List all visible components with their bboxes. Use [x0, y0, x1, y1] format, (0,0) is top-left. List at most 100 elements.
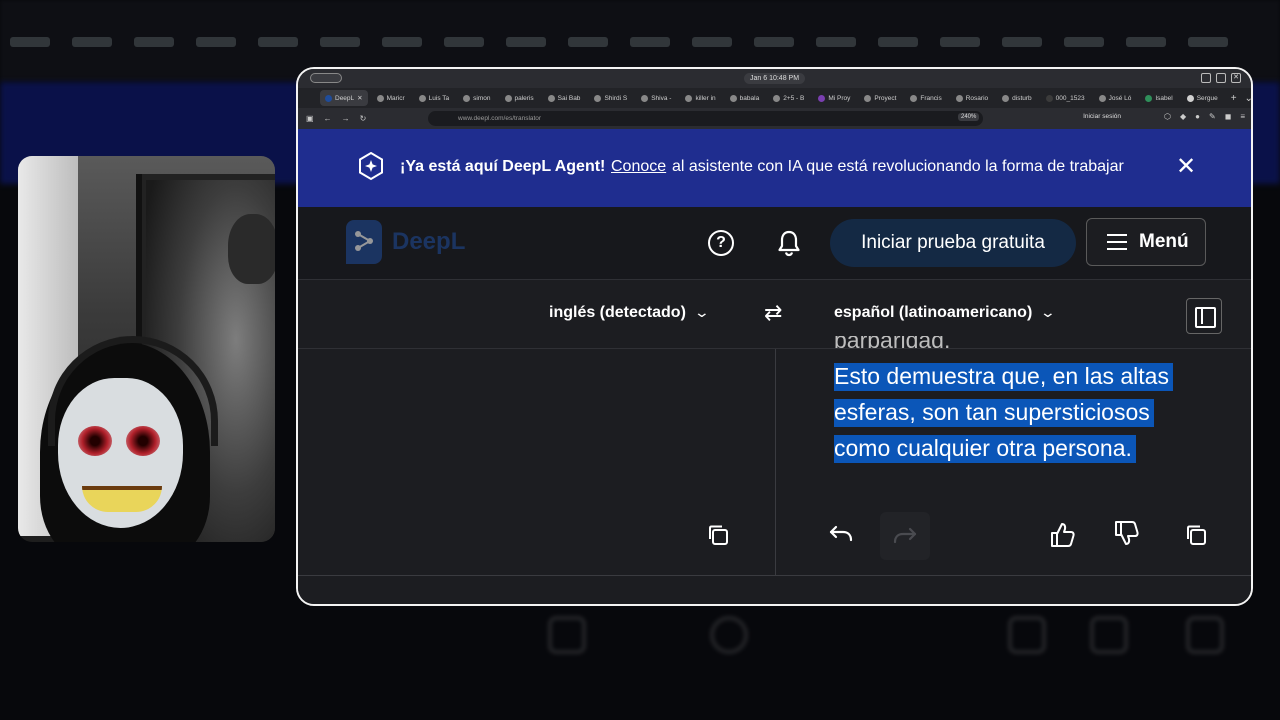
- extension-icon[interactable]: ◆: [1180, 112, 1186, 121]
- zoom-level[interactable]: 240%: [958, 113, 980, 121]
- webcam-mask-eye-right: [126, 426, 160, 456]
- deepl-logo[interactable]: DeepL: [346, 220, 465, 264]
- close-tab-icon[interactable]: ✕: [357, 94, 362, 102]
- webcam-overlay: [18, 156, 275, 542]
- tab-item[interactable]: Sai Bab: [543, 90, 586, 106]
- tab-favicon-icon: [547, 94, 555, 102]
- browser-window: Jan 6 10:48 PM ✕ DeepL ✕ Maricr Luis Ta s…: [296, 67, 1253, 606]
- tab-item[interactable]: Francis: [905, 90, 946, 106]
- translator-panes: barbaridad. Esto demuestra que, en las a…: [298, 336, 1251, 575]
- back-icon[interactable]: ←: [324, 114, 332, 123]
- tab-item[interactable]: Rosario: [951, 90, 993, 106]
- extension-icons: ⬡ ◆ ● ✎ ◼ ≡: [1164, 112, 1245, 121]
- close-window-icon[interactable]: ✕: [1231, 73, 1241, 83]
- source-language-selector[interactable]: inglés (detectado) ⌄: [549, 304, 710, 322]
- thumbs-up-icon[interactable]: [1048, 521, 1076, 549]
- tab-list-chevron-icon[interactable]: ⌄: [1245, 93, 1251, 104]
- source-language-label: inglés (detectado): [549, 304, 686, 321]
- translation-selected-line: Esto demuestra que, en las altas: [834, 363, 1173, 391]
- target-language-label: español (latinoamericano): [834, 304, 1033, 321]
- window-controls: ✕: [1201, 73, 1241, 83]
- chevron-down-icon: ⌄: [1039, 304, 1057, 320]
- sidebar-toggle-icon[interactable]: ▣: [306, 114, 314, 123]
- address-bar[interactable]: www.deepl.com/es/translator: [428, 111, 983, 126]
- menu-icon[interactable]: ≡: [1240, 112, 1245, 121]
- translation-selected-line: esferas, son tan supersticiosos: [834, 399, 1154, 427]
- translation-selected-line: como cualquier otra persona.: [834, 435, 1136, 463]
- tab-item[interactable]: 000_1523: [1041, 90, 1090, 106]
- tab-item[interactable]: Sergue: [1182, 90, 1223, 106]
- new-tab-icon[interactable]: +: [1231, 93, 1237, 104]
- thumbs-down-icon[interactable]: [1112, 519, 1140, 547]
- forward-icon[interactable]: →: [342, 114, 350, 123]
- tab-favicon-icon: [463, 94, 471, 102]
- extension-icon[interactable]: ✎: [1209, 112, 1216, 121]
- extension-icon[interactable]: ⬡: [1164, 112, 1171, 121]
- tab-favicon-icon: [1098, 94, 1106, 102]
- deepl-logo-text: DeepL: [392, 228, 466, 255]
- hamburger-icon: [1107, 234, 1127, 250]
- banner-link[interactable]: Conoce: [611, 158, 666, 176]
- deepl-favicon-icon: [325, 94, 332, 102]
- redo-button[interactable]: [880, 512, 930, 560]
- clock[interactable]: Jan 6 10:48 PM: [744, 73, 806, 84]
- reload-icon[interactable]: ↻: [360, 114, 367, 123]
- tab-deepl[interactable]: DeepL ✕: [320, 90, 368, 106]
- tab-favicon-icon: [955, 94, 963, 102]
- signin-link[interactable]: Iniciar sesión: [1083, 113, 1121, 120]
- help-icon[interactable]: ?: [708, 230, 734, 256]
- tab-favicon-icon: [685, 94, 693, 102]
- tab-item[interactable]: disturb: [997, 90, 1037, 106]
- chevron-down-icon: ⌄: [693, 304, 710, 320]
- swap-languages-icon[interactable]: ⇄: [764, 300, 782, 326]
- extension-icon[interactable]: ◼: [1225, 112, 1232, 121]
- tab-item[interactable]: Maricr: [372, 90, 410, 106]
- navigation-bar: ▣ ← → ↻ www.deepl.com/es/translator 240%…: [298, 108, 1251, 129]
- tab-item[interactable]: José Ló: [1094, 90, 1137, 106]
- tab-favicon-icon: [504, 94, 512, 102]
- target-text-area[interactable]: barbaridad. Esto demuestra que, en las a…: [834, 336, 1194, 466]
- tab-favicon-icon: [864, 94, 872, 102]
- tab-favicon-icon: [910, 94, 918, 102]
- extension-icon[interactable]: ●: [1195, 112, 1200, 121]
- tab-favicon-icon: [729, 94, 737, 102]
- background-tabs: [0, 30, 1280, 54]
- tab-item[interactable]: Luis Ta: [414, 90, 454, 106]
- menu-button-label: Menú: [1139, 231, 1189, 252]
- copy-translation-icon[interactable]: [1184, 523, 1208, 547]
- tab-item[interactable]: 2+5 - B: [768, 90, 809, 106]
- target-language-selector[interactable]: español (latinoamericano) ⌄: [834, 304, 1057, 322]
- pane-divider: [775, 349, 776, 575]
- tab-item[interactable]: killer in: [680, 90, 720, 106]
- tab-item[interactable]: Shiva -: [636, 90, 676, 106]
- share-nodes-icon: [355, 231, 373, 251]
- collapse-panel-icon[interactable]: [1186, 298, 1222, 334]
- tab-bar: DeepL ✕ Maricr Luis Ta simon paleris Sai …: [298, 88, 1251, 108]
- minimize-icon[interactable]: [1201, 73, 1211, 83]
- tab-item[interactable]: paleris: [500, 90, 539, 106]
- tab-item[interactable]: Isabel: [1140, 90, 1177, 106]
- start-free-trial-button[interactable]: Iniciar prueba gratuita: [830, 219, 1076, 267]
- banner-title: ¡Ya está aquí DeepL Agent!: [400, 158, 606, 175]
- tab-favicon-icon: [641, 94, 649, 102]
- tab-favicon-icon: [376, 94, 384, 102]
- tab-favicon-icon: [1186, 94, 1194, 102]
- menu-button[interactable]: Menú: [1086, 218, 1206, 266]
- deepl-logo-icon: [346, 220, 382, 264]
- copy-source-icon[interactable]: [706, 523, 730, 547]
- translation-partial-line: barbaridad.: [834, 336, 951, 353]
- tab-item[interactable]: simon: [458, 90, 495, 106]
- tab-item[interactable]: Proyect: [859, 90, 901, 106]
- tab-favicon-icon: [594, 94, 602, 102]
- close-banner-icon[interactable]: ✕: [1176, 155, 1196, 179]
- promo-banner: ¡Ya está aquí DeepL Agent! Conoce al asi…: [298, 129, 1251, 207]
- tab-item[interactable]: babala: [725, 90, 765, 106]
- undo-icon[interactable]: [828, 523, 854, 545]
- maximize-icon[interactable]: [1216, 73, 1226, 83]
- tab-item[interactable]: Mi Proy: [813, 90, 855, 106]
- webcam-cat-figure: [228, 214, 275, 284]
- site-header: DeepL ? Iniciar prueba gratuita Menú: [298, 207, 1251, 279]
- bell-icon[interactable]: [776, 229, 802, 257]
- activities-pill[interactable]: [310, 73, 342, 83]
- tab-item[interactable]: Shirdi S: [589, 90, 632, 106]
